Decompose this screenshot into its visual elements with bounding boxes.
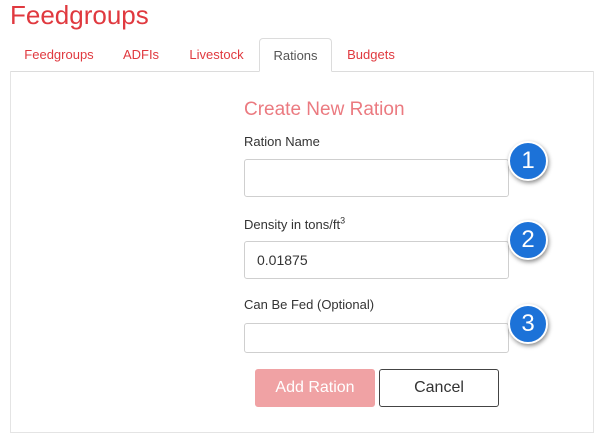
can-be-fed-input[interactable]	[244, 323, 509, 353]
density-unit-exponent: 3	[340, 215, 346, 226]
page-title: Feedgroups	[10, 0, 149, 30]
tab-rations[interactable]: Rations	[259, 38, 332, 72]
form-title: Create New Ration	[244, 99, 405, 120]
cancel-button[interactable]: Cancel	[379, 369, 499, 407]
density-label: Density in tons/ft3	[244, 215, 346, 233]
callout-marker-1: 1	[508, 141, 548, 181]
tab-budgets[interactable]: Budgets	[336, 38, 406, 72]
can-be-fed-label: Can Be Fed (Optional)	[244, 297, 375, 312]
tab-adfis[interactable]: ADFIs	[113, 38, 169, 72]
tab-bar: Feedgroups ADFIs Livestock Rations Budge…	[0, 38, 594, 72]
callout-marker-3: 3	[508, 304, 548, 344]
tab-feedgroups[interactable]: Feedgroups	[12, 38, 106, 72]
add-ration-button[interactable]: Add Ration	[255, 369, 375, 407]
tab-livestock[interactable]: Livestock	[178, 38, 255, 72]
callout-marker-2: 2	[508, 220, 548, 260]
ration-name-input[interactable]	[244, 159, 509, 197]
density-label-text: Density in tons/ft	[244, 217, 341, 232]
ration-name-label: Ration Name	[244, 134, 320, 149]
density-input[interactable]: 0.01875	[244, 241, 509, 279]
